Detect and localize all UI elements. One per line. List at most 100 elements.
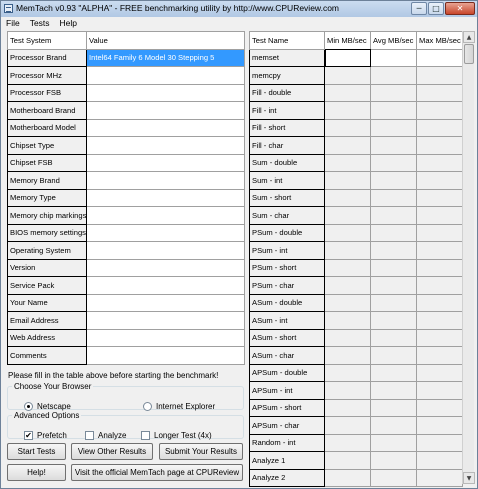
internet-explorer-radio[interactable]: Internet Explorer — [143, 402, 215, 411]
result-max-cell[interactable] — [416, 83, 463, 102]
result-avg-cell[interactable] — [370, 451, 417, 470]
system-field-value[interactable] — [86, 258, 245, 277]
result-max-cell[interactable] — [416, 223, 463, 242]
result-max-cell[interactable] — [416, 66, 463, 85]
result-min-cell[interactable] — [324, 416, 371, 435]
scroll-down-icon[interactable]: ▼ — [463, 472, 475, 484]
result-min-cell[interactable] — [324, 433, 371, 452]
results-scrollbar[interactable]: ▲ ▼ — [462, 31, 475, 484]
result-avg-cell[interactable] — [370, 223, 417, 242]
title-bar[interactable]: MemTach v0.93 "ALPHA" - FREE benchmarkin… — [1, 1, 477, 17]
result-avg-cell[interactable] — [370, 66, 417, 85]
result-min-cell[interactable] — [324, 66, 371, 85]
result-max-cell[interactable] — [416, 398, 463, 417]
result-min-cell[interactable] — [324, 223, 371, 242]
netscape-radio[interactable]: Netscape — [24, 402, 71, 411]
system-field-value[interactable] — [86, 206, 245, 225]
result-max-cell[interactable] — [416, 241, 463, 260]
result-avg-cell[interactable] — [370, 83, 417, 102]
result-max-cell[interactable] — [416, 381, 463, 400]
result-avg-cell[interactable] — [370, 433, 417, 452]
result-avg-cell[interactable] — [370, 381, 417, 400]
menu-tests[interactable]: Tests — [25, 17, 55, 29]
start-tests-button[interactable]: Start Tests — [7, 443, 66, 460]
result-avg-cell[interactable] — [370, 206, 417, 225]
result-max-cell[interactable] — [416, 276, 463, 295]
result-avg-cell[interactable] — [370, 153, 417, 172]
result-min-cell[interactable] — [324, 363, 371, 382]
result-min-cell[interactable] — [324, 206, 371, 225]
result-avg-cell[interactable] — [370, 118, 417, 137]
system-field-value[interactable] — [86, 293, 245, 312]
system-field-value[interactable] — [86, 328, 245, 347]
system-field-value[interactable] — [86, 241, 245, 260]
system-field-value[interactable] — [86, 83, 245, 102]
result-avg-cell[interactable] — [370, 293, 417, 312]
result-avg-cell[interactable] — [370, 188, 417, 207]
result-min-cell[interactable] — [324, 188, 371, 207]
result-min-cell[interactable] — [324, 101, 371, 120]
result-min-cell[interactable] — [324, 241, 371, 260]
result-max-cell[interactable] — [416, 416, 463, 435]
system-field-value[interactable] — [86, 171, 245, 190]
result-min-cell[interactable] — [324, 468, 371, 487]
analyze-checkbox[interactable]: Analyze — [85, 431, 126, 440]
result-avg-cell[interactable] — [370, 346, 417, 365]
result-min-cell[interactable] — [324, 451, 371, 470]
result-max-cell[interactable] — [416, 346, 463, 365]
minimize-button[interactable]: ─ — [411, 2, 427, 15]
result-avg-cell[interactable] — [370, 101, 417, 120]
result-min-cell[interactable] — [324, 153, 371, 172]
result-max-cell[interactable] — [416, 293, 463, 312]
system-field-value[interactable] — [86, 118, 245, 137]
result-avg-cell[interactable] — [370, 363, 417, 382]
result-avg-cell[interactable] — [370, 416, 417, 435]
system-field-value[interactable] — [86, 346, 245, 365]
result-max-cell[interactable] — [416, 171, 463, 190]
result-max-cell[interactable] — [416, 468, 463, 487]
result-max-cell[interactable] — [416, 48, 463, 67]
view-other-results-button[interactable]: View Other Results — [71, 443, 153, 460]
system-field-value[interactable] — [86, 223, 245, 242]
system-field-value[interactable] — [86, 311, 245, 330]
result-avg-cell[interactable] — [370, 468, 417, 487]
system-field-value[interactable] — [86, 276, 245, 295]
result-min-cell[interactable] — [324, 136, 371, 155]
result-max-cell[interactable] — [416, 188, 463, 207]
result-max-cell[interactable] — [416, 118, 463, 137]
result-max-cell[interactable] — [416, 433, 463, 452]
scroll-up-icon[interactable]: ▲ — [463, 31, 475, 43]
result-avg-cell[interactable] — [370, 276, 417, 295]
menu-file[interactable]: File — [1, 17, 25, 29]
result-max-cell[interactable] — [416, 101, 463, 120]
result-avg-cell[interactable] — [370, 48, 417, 67]
menu-help[interactable]: Help — [55, 17, 82, 29]
prefetch-checkbox[interactable]: ✔ Prefetch — [24, 431, 67, 440]
system-field-value[interactable] — [86, 188, 245, 207]
result-max-cell[interactable] — [416, 206, 463, 225]
result-avg-cell[interactable] — [370, 136, 417, 155]
result-max-cell[interactable] — [416, 136, 463, 155]
result-min-cell[interactable] — [324, 328, 371, 347]
result-min-cell[interactable] — [324, 48, 371, 67]
result-avg-cell[interactable] — [370, 398, 417, 417]
result-max-cell[interactable] — [416, 311, 463, 330]
result-min-cell[interactable] — [324, 346, 371, 365]
result-min-cell[interactable] — [324, 118, 371, 137]
result-min-cell[interactable] — [324, 83, 371, 102]
submit-results-button[interactable]: Submit Your Results — [159, 443, 243, 460]
result-min-cell[interactable] — [324, 311, 371, 330]
longer-test-checkbox[interactable]: Longer Test (4x) — [141, 431, 212, 440]
result-min-cell[interactable] — [324, 381, 371, 400]
system-field-value[interactable] — [86, 101, 245, 120]
result-min-cell[interactable] — [324, 276, 371, 295]
result-max-cell[interactable] — [416, 258, 463, 277]
result-avg-cell[interactable] — [370, 328, 417, 347]
result-max-cell[interactable] — [416, 363, 463, 382]
result-max-cell[interactable] — [416, 451, 463, 470]
result-avg-cell[interactable] — [370, 311, 417, 330]
result-max-cell[interactable] — [416, 328, 463, 347]
result-avg-cell[interactable] — [370, 258, 417, 277]
result-min-cell[interactable] — [324, 171, 371, 190]
scroll-thumb[interactable] — [464, 44, 474, 64]
